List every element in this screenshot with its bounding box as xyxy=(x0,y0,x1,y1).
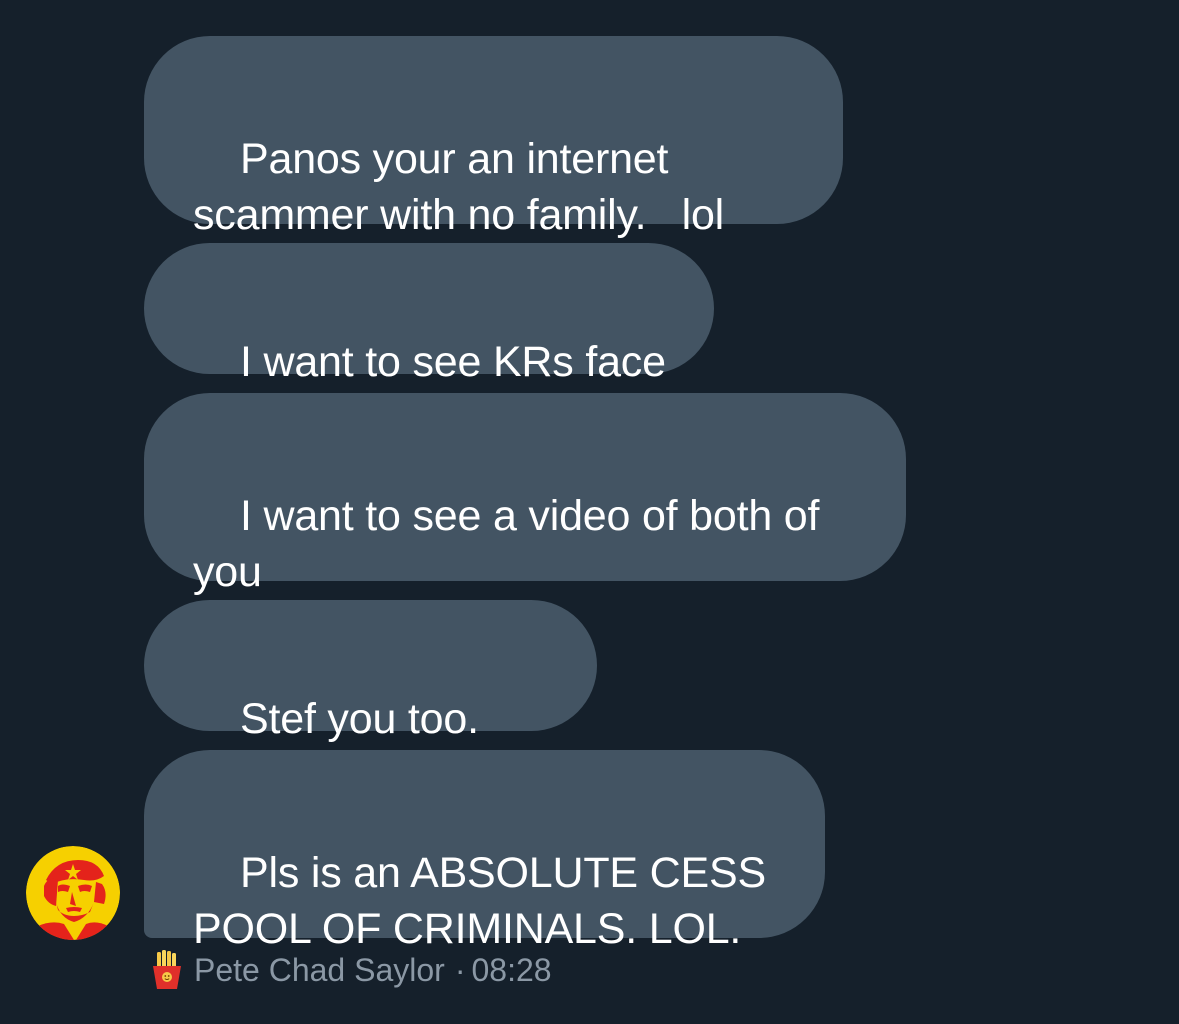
message-bubble[interactable]: I want to see a video of both of you xyxy=(144,393,906,596)
message-meta: Pete Chad Saylor · 08:28 xyxy=(148,948,552,992)
fries-icon xyxy=(153,950,181,989)
sender-name[interactable]: Pete Chad Saylor xyxy=(194,952,445,989)
message-text: I want to see a video of both of you xyxy=(193,492,820,596)
message-bubble[interactable]: I want to see KRs face xyxy=(144,243,714,386)
message-text: I want to see KRs face xyxy=(240,338,666,386)
message-time: 08:28 xyxy=(471,951,552,988)
message-bubble[interactable]: Pls is an ABSOLUTE CESS POOL OF CRIMINAL… xyxy=(144,750,825,953)
dm-thread: Panos your an internet scammer with no f… xyxy=(0,0,1179,1024)
che-guevara-portrait-avatar xyxy=(26,846,120,940)
message-text: Panos your an internet scammer with no f… xyxy=(193,135,725,239)
message-text: Pls is an ABSOLUTE CESS POOL OF CRIMINAL… xyxy=(193,849,766,953)
message-bubble[interactable]: Panos your an internet scammer with no f… xyxy=(144,36,843,239)
message-bubble[interactable]: Stef you too. Lol xyxy=(144,600,597,799)
meta-separator: · xyxy=(454,951,466,988)
sender-avatar[interactable] xyxy=(26,846,120,940)
